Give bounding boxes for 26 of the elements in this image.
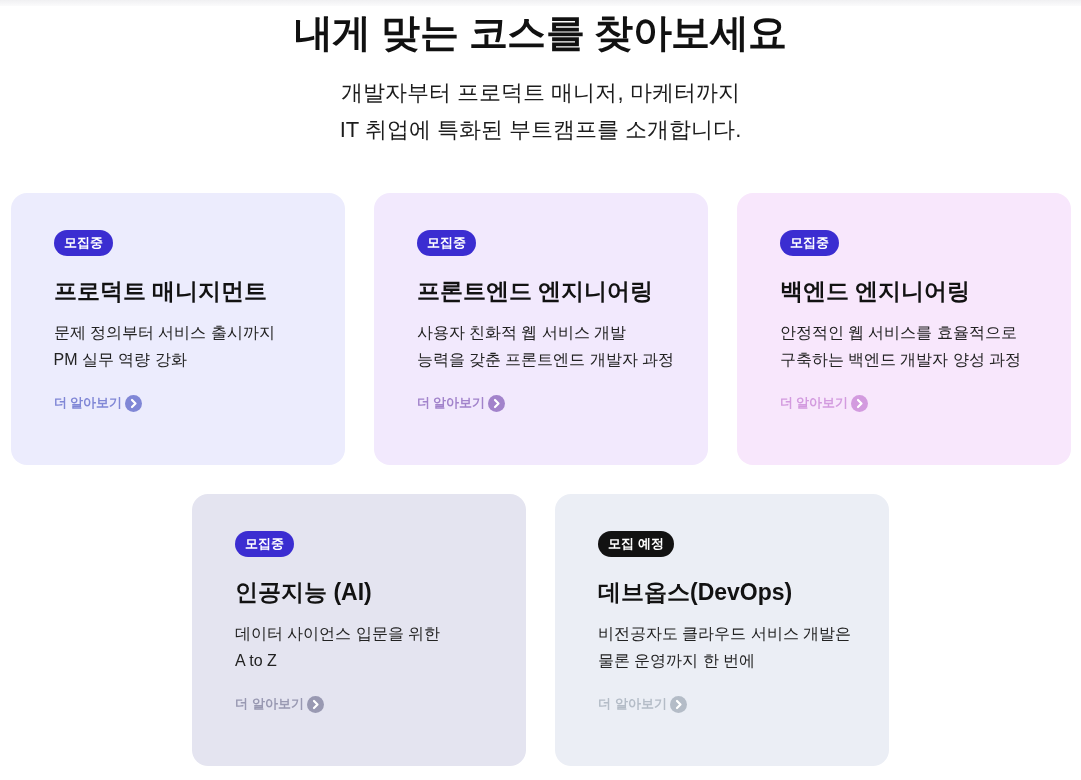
chevron-right-icon <box>488 394 506 412</box>
course-description: 데이터 사이언스 입문을 위한 A to Z <box>235 624 441 671</box>
section-heading: 내게 맞는 코스를 찾아보세요 <box>294 10 787 56</box>
status-badge: 모집중 <box>779 230 839 256</box>
learn-more-link[interactable]: 더 알아보기 <box>53 394 143 412</box>
course-description: 사용자 친화적 웹 서비스 개발 능력을 갖춘 프론트엔드 개발자 과정 <box>416 323 675 370</box>
chevron-right-icon <box>125 394 143 412</box>
status-badge: 모집중 <box>416 230 476 256</box>
learn-more-link[interactable]: 더 알아보기 <box>416 394 506 412</box>
course-description: 비전공자도 클라우드 서비스 개발은 물론 운영까지 한 번에 <box>598 624 852 671</box>
course-description: 안정적인 웹 서비스를 효율적으로 구축하는 백엔드 개발자 양성 과정 <box>779 323 1022 370</box>
course-title: 데브옵스(DevOps) <box>598 578 793 607</box>
learn-more-link[interactable]: 더 알아보기 <box>779 394 869 412</box>
status-badge: 모집중 <box>235 531 294 557</box>
section-intro: 개발자부터 프로덕트 매니저, 마케터까지 IT 취업에 특화된 부트캠프를 소개합니다. <box>339 79 742 144</box>
status-badge: 모집 예정 <box>598 531 674 557</box>
status-badge: 모집중 <box>53 230 113 256</box>
course-title: 프론트엔드 엔지니어링 <box>416 277 653 306</box>
course-title: 프로덕트 매니지먼트 <box>53 277 267 306</box>
chevron-right-icon <box>851 394 869 412</box>
learn-more-link[interactable]: 더 알아보기 <box>235 695 324 713</box>
chevron-right-icon <box>669 695 687 713</box>
chevron-right-icon <box>306 695 324 713</box>
course-title: 인공지능 (AI) <box>235 578 372 607</box>
course-description: 문제 정의부터 서비스 출시까지 PM 실무 역량 강화 <box>53 323 275 370</box>
course-title: 백엔드 엔지니어링 <box>779 277 970 306</box>
